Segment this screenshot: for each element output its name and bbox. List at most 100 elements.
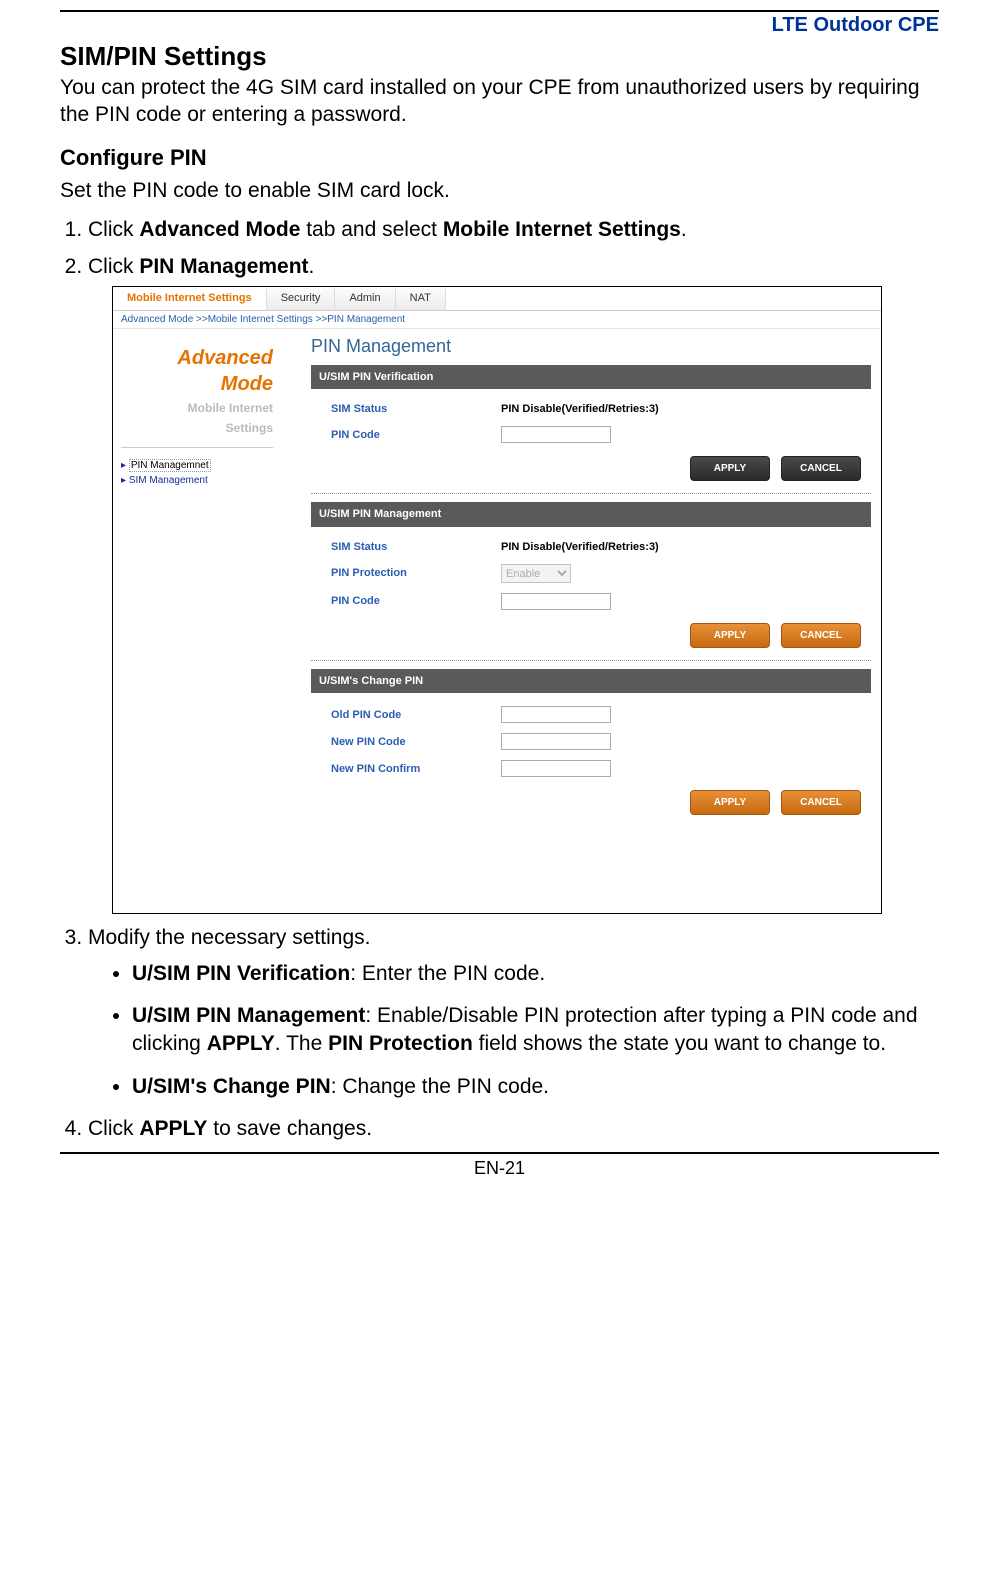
panel-management: U/SIM PIN Management SIM Status PIN Disa…	[311, 502, 871, 654]
sidebar-subtitle-line1: Mobile Internet	[121, 401, 273, 417]
bullet-3-bold: U/SIM's Change PIN	[132, 1075, 331, 1098]
tab-admin[interactable]: Admin	[335, 287, 395, 310]
tab-security[interactable]: Security	[267, 287, 336, 310]
steps-list: Click Advanced Mode tab and select Mobil…	[60, 216, 939, 1143]
row-pin-code-2: PIN Code	[331, 588, 863, 615]
step-1-bold-2: Mobile Internet Settings	[443, 218, 681, 241]
main-panel: PIN Management U/SIM PIN Verification SI…	[281, 329, 881, 911]
pin-code-input-1[interactable]	[501, 426, 611, 443]
brand-header: LTE Outdoor CPE	[60, 14, 939, 37]
divider-2	[311, 660, 871, 661]
cancel-button-3[interactable]: CANCEL	[781, 790, 861, 815]
page-footer: EN-21	[60, 1158, 939, 1179]
sidebar-title-line2: Mode	[121, 371, 273, 397]
panel-verification-header: U/SIM PIN Verification	[311, 365, 871, 389]
button-row-2: APPLY CANCEL	[311, 617, 871, 654]
old-pin-input[interactable]	[501, 706, 611, 723]
step-2: Click PIN Management. Mobile Internet Se…	[88, 253, 939, 914]
breadcrumb: Advanced Mode >>Mobile Internet Settings…	[113, 311, 881, 329]
top-rule	[60, 10, 939, 12]
step-3: Modify the necessary settings. U/SIM PIN…	[88, 924, 939, 1101]
bullet-2-bold-3: PIN Protection	[328, 1032, 473, 1055]
step-1: Click Advanced Mode tab and select Mobil…	[88, 216, 939, 243]
bullet-1-bold: U/SIM PIN Verification	[132, 962, 350, 985]
apply-button-3[interactable]: APPLY	[690, 790, 770, 815]
bullet-2-bold-2: APPLY	[207, 1032, 275, 1055]
sidebar-link-pin-management[interactable]: ▸ PIN Managemnet	[121, 458, 273, 473]
bullet-1: U/SIM PIN Verification: Enter the PIN co…	[132, 960, 939, 988]
pin-code-label-2: PIN Code	[331, 594, 501, 608]
sidebar-link-sim-label: SIM Management	[129, 475, 208, 486]
step-2-bold: PIN Management	[139, 255, 308, 278]
tab-nat[interactable]: NAT	[396, 287, 446, 310]
sim-status-label-1: SIM Status	[331, 402, 501, 416]
panel-change-pin: U/SIM's Change PIN Old PIN Code New PIN …	[311, 669, 871, 821]
bullet-2: U/SIM PIN Management: Enable/Disable PIN…	[132, 1002, 939, 1059]
page-title: SIM/PIN Settings	[60, 41, 939, 72]
new-pin-confirm-input[interactable]	[501, 760, 611, 777]
step-1-text-b: tab and select	[300, 218, 442, 241]
step-1-text-c: .	[681, 218, 687, 241]
panel-change-pin-body: Old PIN Code New PIN Code New PIN Confir…	[311, 693, 871, 784]
tab-mobile-internet-settings[interactable]: Mobile Internet Settings	[113, 287, 267, 310]
old-pin-label: Old PIN Code	[331, 708, 501, 722]
cancel-button-1[interactable]: CANCEL	[781, 456, 861, 481]
step-4-text-a: Click	[88, 1117, 139, 1140]
section-heading: Configure PIN	[60, 145, 939, 171]
step-4-bold: APPLY	[139, 1117, 207, 1140]
sidebar-divider	[121, 447, 273, 448]
screenshot-figure: Mobile Internet Settings Security Admin …	[112, 286, 882, 914]
panel-management-header: U/SIM PIN Management	[311, 502, 871, 526]
tab-bar: Mobile Internet Settings Security Admin …	[113, 287, 881, 311]
sim-status-value-2: PIN Disable(Verified/Retries:3)	[501, 540, 863, 554]
panel-verification: U/SIM PIN Verification SIM Status PIN Di…	[311, 365, 871, 488]
divider-1	[311, 493, 871, 494]
sidebar-title-line1: Advanced	[121, 345, 273, 371]
panel-management-body: SIM Status PIN Disable(Verified/Retries:…	[311, 527, 871, 617]
intro-text: You can protect the 4G SIM card installe…	[60, 74, 939, 129]
apply-button-2[interactable]: APPLY	[690, 623, 770, 648]
step-2-text-b: .	[309, 255, 315, 278]
row-pin-protection: PIN Protection Enable	[331, 559, 863, 588]
panel-change-pin-header: U/SIM's Change PIN	[311, 669, 871, 693]
sidebar-subtitle-line2: Settings	[121, 421, 273, 437]
apply-button-1[interactable]: APPLY	[690, 456, 770, 481]
sim-status-value-1: PIN Disable(Verified/Retries:3)	[501, 402, 863, 416]
sidebar-link-pin-label: PIN Managemnet	[129, 459, 211, 472]
row-new-pin-confirm: New PIN Confirm	[331, 755, 863, 782]
bottom-rule	[60, 1152, 939, 1154]
step-1-bold-1: Advanced Mode	[139, 218, 300, 241]
pin-code-input-2[interactable]	[501, 593, 611, 610]
new-pin-input[interactable]	[501, 733, 611, 750]
step-1-text-a: Click	[88, 218, 139, 241]
step-4-text-b: to save changes.	[207, 1117, 372, 1140]
section-text: Set the PIN code to enable SIM card lock…	[60, 177, 939, 204]
panel-verification-body: SIM Status PIN Disable(Verified/Retries:…	[311, 389, 871, 450]
row-new-pin: New PIN Code	[331, 728, 863, 755]
button-row-3: APPLY CANCEL	[311, 784, 871, 821]
bullet-3-text: : Change the PIN code.	[331, 1075, 549, 1098]
bullet-3: U/SIM's Change PIN: Change the PIN code.	[132, 1073, 939, 1101]
step-3-text: Modify the necessary settings.	[88, 926, 370, 949]
row-sim-status-1: SIM Status PIN Disable(Verified/Retries:…	[331, 397, 863, 421]
sidebar-link-sim-management[interactable]: ▸ SIM Management	[121, 473, 273, 488]
pin-protection-label: PIN Protection	[331, 566, 501, 580]
row-old-pin: Old PIN Code	[331, 701, 863, 728]
button-row-1: APPLY CANCEL	[311, 450, 871, 487]
cancel-button-2[interactable]: CANCEL	[781, 623, 861, 648]
bullet-2-text-2: . The	[275, 1032, 328, 1055]
step-4: Click APPLY to save changes.	[88, 1115, 939, 1142]
main-title: PIN Management	[311, 335, 871, 358]
bullet-2-bold-1: U/SIM PIN Management	[132, 1004, 365, 1027]
bullet-2-text-3: field shows the state you want to change…	[473, 1032, 886, 1055]
row-sim-status-2: SIM Status PIN Disable(Verified/Retries:…	[331, 535, 863, 559]
sim-status-label-2: SIM Status	[331, 540, 501, 554]
new-pin-confirm-label: New PIN Confirm	[331, 762, 501, 776]
new-pin-label: New PIN Code	[331, 735, 501, 749]
layout-row: Advanced Mode Mobile Internet Settings ▸…	[113, 329, 881, 911]
pin-protection-select[interactable]: Enable	[501, 564, 571, 583]
bullet-list: U/SIM PIN Verification: Enter the PIN co…	[88, 960, 939, 1101]
sidebar: Advanced Mode Mobile Internet Settings ▸…	[113, 329, 281, 911]
bullet-1-text: : Enter the PIN code.	[350, 962, 545, 985]
pin-code-label-1: PIN Code	[331, 428, 501, 442]
